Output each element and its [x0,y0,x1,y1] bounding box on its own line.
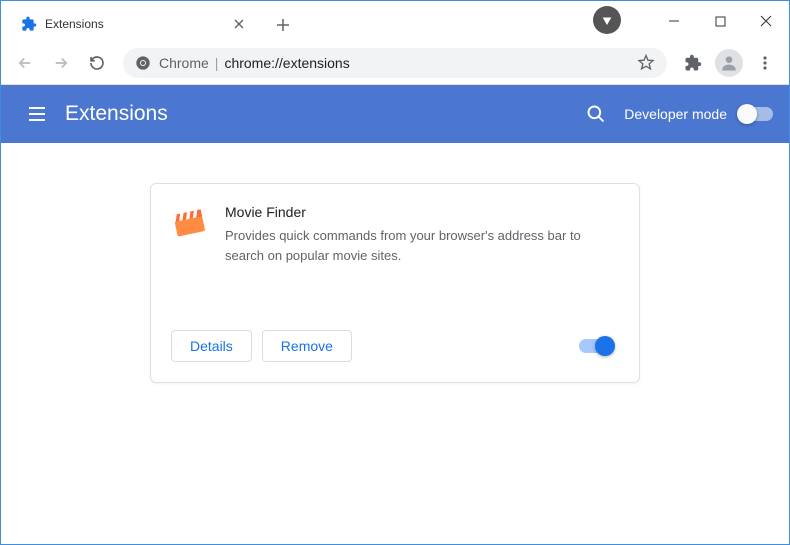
bookmark-star-icon[interactable] [637,54,655,72]
extensions-header: Extensions Developer mode [1,85,789,143]
tab-strip: Extensions [1,1,593,41]
clapperboard-icon [171,204,207,240]
new-tab-button[interactable] [269,11,297,39]
page-title: Extensions [65,102,168,126]
details-button[interactable]: Details [171,330,252,362]
chrome-icon [135,55,151,71]
toolbar: Chrome | chrome://extensions [1,41,789,85]
developer-mode-toggle[interactable] [739,107,773,121]
menu-button[interactable] [749,47,781,79]
search-button[interactable] [576,94,616,134]
back-button[interactable] [9,47,41,79]
minimize-button[interactable] [651,6,697,36]
forward-button[interactable] [45,47,77,79]
maximize-button[interactable] [697,6,743,36]
toggle-knob [595,336,615,356]
window-controls [651,1,789,41]
url-separator: | [215,55,219,71]
extension-card: Movie Finder Provides quick commands fro… [150,183,640,383]
browser-window: Extensions [0,0,790,545]
tab-title: Extensions [45,17,231,31]
extensions-list: Movie Finder Provides quick commands fro… [1,143,789,544]
close-window-button[interactable] [743,6,789,36]
url-path: chrome://extensions [224,55,349,71]
developer-mode-label: Developer mode [624,106,727,122]
remove-button[interactable]: Remove [262,330,352,362]
address-bar[interactable]: Chrome | chrome://extensions [123,48,667,78]
profile-avatar[interactable] [713,47,745,79]
toggle-knob [737,104,757,124]
reload-button[interactable] [81,47,113,79]
extension-name: Movie Finder [225,204,619,220]
url-host: Chrome [159,55,209,71]
title-bar: Extensions [1,1,789,41]
media-control-icon[interactable] [593,6,621,34]
main-menu-button[interactable] [17,94,57,134]
extension-enable-toggle[interactable] [579,339,613,353]
extensions-puzzle-icon[interactable] [677,47,709,79]
tab-close-button[interactable] [231,16,247,32]
extension-description: Provides quick commands from your browse… [225,226,619,265]
browser-tab[interactable]: Extensions [9,7,259,41]
puzzle-icon [21,16,37,32]
